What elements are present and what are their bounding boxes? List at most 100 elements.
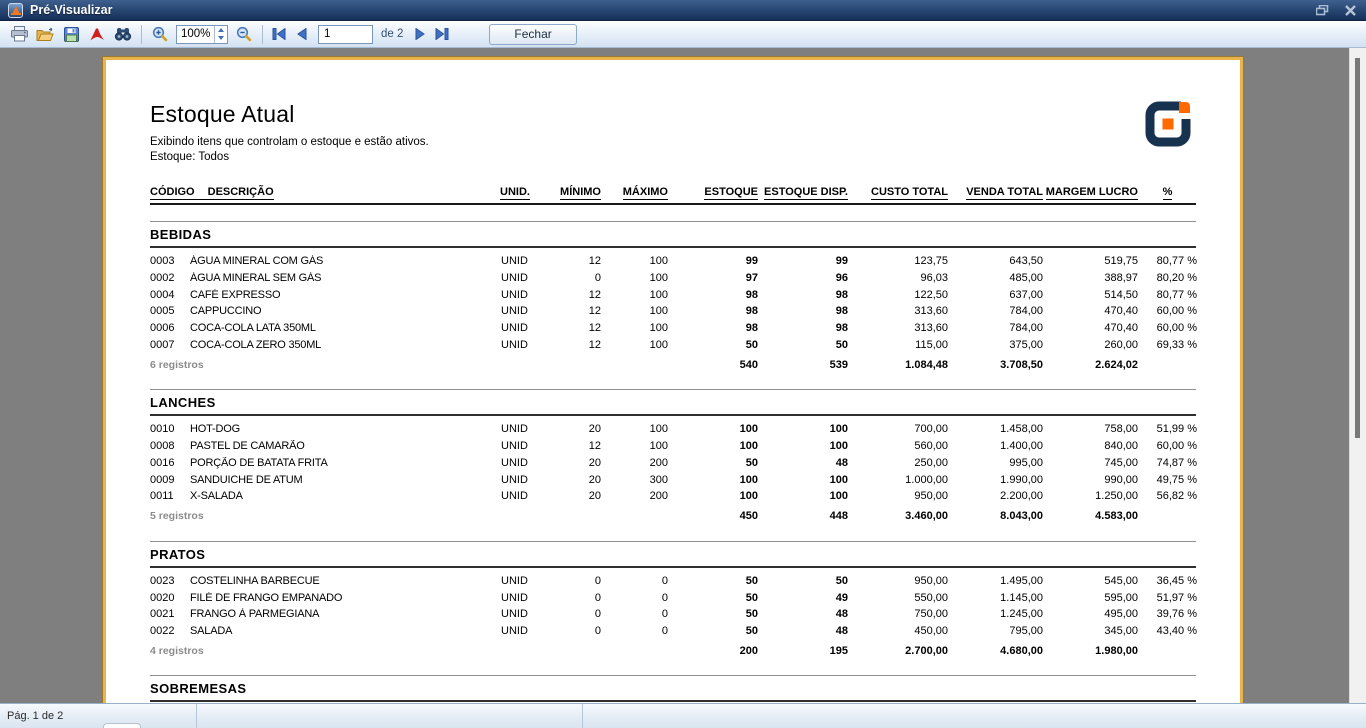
print-button[interactable] — [6, 23, 32, 46]
total-value: 8.043,00 — [1000, 510, 1043, 523]
cell-estoque: 100 — [739, 473, 758, 486]
app-icon — [8, 2, 23, 18]
cell-percent: 56,82 % — [1156, 490, 1197, 503]
report-section: PRATOS 0023 COSTELINHA BARBECUE UNID 0 0 50 50 9… — [150, 540, 1197, 660]
cell-minimo: 12 — [588, 305, 601, 318]
last-page-button[interactable] — [431, 24, 453, 45]
cell-unid: UNID — [501, 288, 528, 301]
col-percent: % — [1162, 186, 1173, 200]
vertical-scrollbar[interactable] — [1349, 48, 1366, 703]
previous-page-button[interactable] — [290, 24, 312, 45]
cell-custo: 313,60 — [914, 305, 948, 318]
record-count-label: 5 registros — [150, 510, 204, 523]
cell-estoque-disp: 100 — [829, 490, 848, 503]
section-title: SOBREMESAS — [150, 675, 1196, 703]
zoom-out-button[interactable] — [231, 23, 257, 46]
table-row: 0010 HOT-DOG UNID 20 100 100 100 700,00 1.458,00… — [150, 421, 1197, 438]
close-preview-button[interactable]: Fechar — [489, 23, 577, 45]
cell-margem: 595,00 — [1104, 591, 1138, 604]
cell-estoque: 50 — [745, 624, 758, 637]
table-row: 0006 COCA-COLA LATA 350ML UNID 12 100 98 98 313… — [150, 320, 1197, 337]
report-subtitle: Exibindo itens que controlam o estoque e… — [150, 136, 429, 148]
cell-venda: 1.990,00 — [1000, 473, 1043, 486]
table-row: 0007 COCA-COLA ZERO 350ML UNID 12 100 50 50 115… — [150, 336, 1197, 353]
cell-unid: UNID — [501, 255, 528, 268]
section-title: BEBIDAS — [150, 221, 1196, 248]
toolbar: 100% de 2 Fechar — [0, 21, 1366, 48]
cell-custo: 750,00 — [914, 608, 948, 621]
cell-codigo: 0005 — [150, 305, 175, 318]
find-button[interactable] — [110, 23, 136, 46]
zoom-spin-up-icon[interactable] — [215, 26, 227, 35]
cell-custo: 313,60 — [914, 322, 948, 335]
scrollbar-thumb[interactable] — [1355, 58, 1360, 438]
cell-minimo: 0 — [594, 272, 601, 285]
cell-maximo: 100 — [649, 423, 668, 436]
cell-estoque-disp: 50 — [835, 574, 848, 587]
cell-custo: 550,00 — [914, 591, 948, 604]
cell-venda: 784,00 — [1009, 305, 1043, 318]
page-number-input[interactable] — [318, 24, 373, 44]
cell-descricao: PASTEL DE CAMARÃO — [190, 440, 305, 453]
cell-estoque-disp: 49 — [835, 591, 848, 604]
restore-icon[interactable] — [1314, 3, 1330, 17]
cell-custo: 950,00 — [914, 574, 948, 587]
cell-custo: 115,00 — [915, 338, 948, 351]
report-page: Estoque Atual Exibindo itens que control… — [102, 56, 1244, 703]
cell-codigo: 0009 — [150, 473, 175, 486]
next-page-button[interactable] — [409, 24, 431, 45]
company-logo-icon — [1144, 100, 1192, 148]
cell-maximo: 0 — [661, 574, 668, 587]
cell-estoque-disp: 99 — [835, 255, 848, 268]
total-value: 1.084,48 — [905, 358, 948, 371]
cell-custo: 700,00 — [914, 423, 948, 436]
status-page-indicator: Pág. 1 de 2 — [0, 704, 197, 728]
cell-custo: 1.000,00 — [905, 473, 948, 486]
cell-minimo: 12 — [588, 255, 601, 268]
record-count-label: 6 registros — [150, 358, 204, 371]
cell-unid: UNID — [501, 305, 528, 318]
cell-estoque: 50 — [745, 338, 758, 351]
zoom-in-button[interactable] — [147, 23, 173, 46]
cell-unid: UNID — [501, 338, 528, 351]
cell-estoque: 97 — [745, 272, 758, 285]
record-count-label: 4 registros — [150, 644, 204, 657]
section-totals-row: 4 registros 200 195 2.700,00 4.680,00 1.980,0… — [150, 642, 1196, 659]
cell-percent: 80,77 % — [1156, 288, 1197, 301]
cell-estoque-disp: 100 — [829, 440, 848, 453]
cell-minimo: 0 — [594, 591, 601, 604]
cell-unid: UNID — [501, 473, 528, 486]
open-file-button[interactable] — [32, 23, 58, 46]
page-count-label: de 2 — [381, 28, 404, 40]
cell-minimo: 20 — [588, 423, 601, 436]
col-custo-total: CUSTO TOTAL — [871, 186, 948, 200]
cell-percent: 39,76 % — [1156, 608, 1197, 621]
cell-margem: 745,00 — [1104, 456, 1138, 469]
zoom-spin-down-icon[interactable] — [215, 34, 227, 43]
cell-venda: 795,00 — [1009, 624, 1043, 637]
table-row: 0021 FRANGO À PARMEGIANA UNID 0 0 50 48 750,00 1… — [150, 606, 1197, 623]
close-icon[interactable] — [1342, 3, 1358, 17]
table-row: 0022 SALADA UNID 0 0 50 48 450,00 795,00 345,00 43… — [150, 623, 1197, 640]
cell-venda: 485,00 — [1009, 272, 1043, 285]
export-pdf-button[interactable] — [84, 23, 110, 46]
table-row: 0020 FILÉ DE FRANGO EMPANADO UNID 0 0 50 49 550… — [150, 589, 1197, 606]
col-maximo: MÁXIMO — [622, 186, 668, 200]
cell-estoque-disp: 96 — [835, 272, 848, 285]
cell-estoque-disp: 100 — [829, 473, 848, 486]
cell-venda: 643,50 — [1009, 255, 1043, 268]
zoom-level-field[interactable]: 100% — [176, 24, 228, 44]
toolbar-separator — [141, 24, 142, 44]
save-button[interactable] — [58, 23, 84, 46]
zoom-spinner[interactable] — [214, 25, 227, 43]
cell-codigo: 0007 — [150, 338, 175, 351]
cell-estoque-disp: 98 — [835, 288, 848, 301]
cell-codigo: 0022 — [150, 624, 175, 637]
cell-estoque-disp: 48 — [835, 608, 848, 621]
cell-estoque: 100 — [739, 490, 758, 503]
cell-maximo: 300 — [649, 473, 668, 486]
first-page-button[interactable] — [268, 24, 290, 45]
cell-estoque: 98 — [745, 322, 758, 335]
cell-margem: 840,00 — [1104, 440, 1138, 453]
section-totals-row: 6 registros 540 539 1.084,48 3.708,50 2.624,0… — [150, 356, 1196, 373]
